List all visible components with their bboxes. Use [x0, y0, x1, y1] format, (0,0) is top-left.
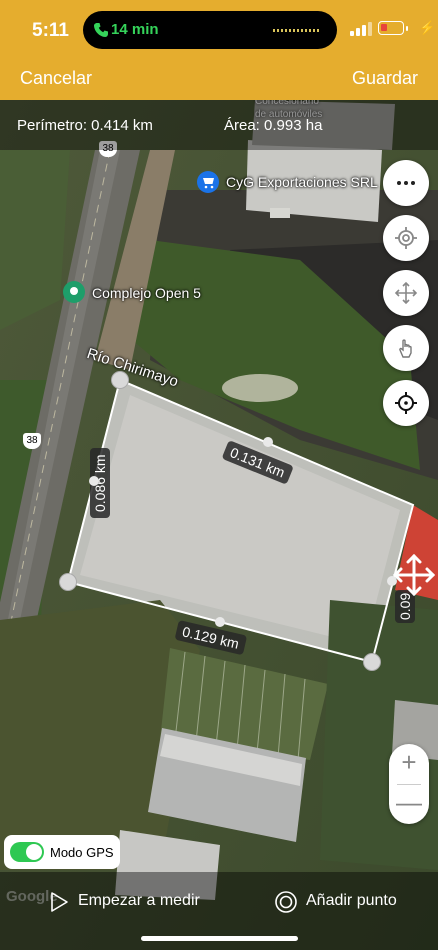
- polygon-midpoint[interactable]: [263, 437, 273, 447]
- call-duration: 14 min: [111, 21, 159, 38]
- charging-icon: ⚡: [419, 20, 436, 35]
- polygon-midpoint[interactable]: [89, 476, 99, 486]
- play-icon: [51, 892, 68, 912]
- crosshair-icon: [395, 392, 417, 414]
- touch-icon: [399, 339, 412, 358]
- status-time: 5:11: [32, 20, 69, 41]
- gps-mode-control: Modo GPS: [4, 835, 120, 869]
- battery-icon: [378, 21, 408, 35]
- toggle-knob: [26, 844, 42, 860]
- cancel-button[interactable]: Cancelar: [20, 68, 92, 89]
- polygon-vertex[interactable]: [363, 653, 381, 671]
- dynamic-island[interactable]: 14 min: [83, 11, 337, 49]
- road-shield: 38: [23, 433, 41, 449]
- gps-icon: [395, 227, 417, 249]
- area-value: Área: 0.993 ha: [224, 117, 323, 134]
- move-handle-icon[interactable]: [391, 552, 437, 598]
- poi-label-complejo[interactable]: Complejo Open 5: [92, 285, 201, 301]
- add-point-icon: [275, 891, 297, 913]
- crosshair-button[interactable]: [383, 380, 429, 426]
- status-bar: 5:11 14 min ⚡: [0, 0, 438, 60]
- move-icon: [394, 281, 418, 305]
- perimeter-value: Perímetro: 0.414 km: [17, 117, 153, 134]
- start-measuring-label: Empezar a medir: [78, 892, 200, 909]
- zoom-out-button[interactable]: —: [389, 784, 429, 824]
- nav-bar: Cancelar Guardar: [0, 60, 438, 100]
- polygon-midpoint[interactable]: [215, 617, 225, 627]
- poi-label-cyg[interactable]: CyG Exportaciones SRL: [226, 174, 378, 190]
- measurement-info-bar: Perímetro: 0.414 km Área: 0.993 ha: [0, 100, 438, 150]
- touch-mode-button[interactable]: [383, 325, 429, 371]
- gps-button[interactable]: [383, 215, 429, 261]
- more-button[interactable]: [383, 160, 429, 206]
- phone-icon: [94, 23, 108, 37]
- polygon-vertex[interactable]: [59, 573, 77, 591]
- gps-mode-toggle[interactable]: [10, 842, 44, 862]
- add-point-label: Añadir punto: [306, 892, 397, 909]
- zoom-in-button[interactable]: +: [389, 744, 429, 784]
- gps-mode-label: Modo GPS: [50, 845, 114, 860]
- move-mode-button[interactable]: [383, 270, 429, 316]
- more-icon: [397, 181, 415, 185]
- zoom-control: + —: [389, 744, 429, 824]
- signal-icon: [350, 22, 372, 36]
- polygon-vertex[interactable]: [111, 371, 129, 389]
- location-pin-icon[interactable]: [63, 281, 85, 303]
- home-indicator[interactable]: [141, 936, 298, 941]
- audio-waveform: [273, 29, 319, 32]
- save-button[interactable]: Guardar: [352, 68, 418, 89]
- add-point-button[interactable]: Añadir punto: [272, 888, 412, 916]
- shopping-cart-icon[interactable]: [197, 171, 219, 193]
- start-measuring-button[interactable]: Empezar a medir: [44, 888, 214, 916]
